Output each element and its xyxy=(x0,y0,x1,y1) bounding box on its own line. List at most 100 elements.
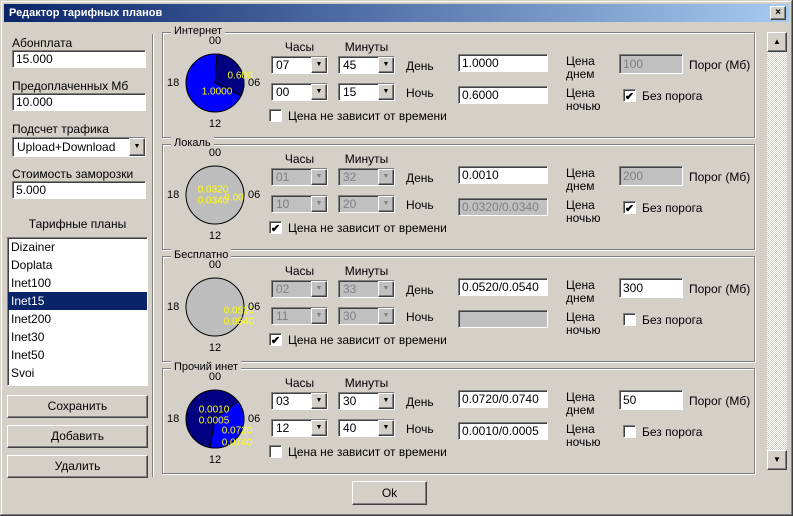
tariff-editor-window: Редактор тарифных планов × Абонплата Пре… xyxy=(0,0,793,516)
day-hour-combo[interactable]: 02▼ xyxy=(271,280,328,298)
threshold-field[interactable] xyxy=(619,390,683,410)
chevron-down-icon[interactable]: ▼ xyxy=(311,169,327,185)
day-minute-combo[interactable]: 33▼ xyxy=(338,280,395,298)
scroll-down-icon[interactable]: ▼ xyxy=(767,450,787,470)
night-hour-combo[interactable]: 12▼ xyxy=(271,419,328,437)
time-independent-checkbox[interactable]: ✔ xyxy=(269,221,282,234)
day-price-field[interactable] xyxy=(458,166,548,184)
chevron-down-icon[interactable]: ▼ xyxy=(311,57,327,73)
prepaid-mb-field[interactable] xyxy=(12,93,146,111)
add-button[interactable]: Добавить xyxy=(7,425,148,448)
price-day-label: Ценаднем xyxy=(566,391,595,417)
no-threshold-checkbox[interactable]: ✔ xyxy=(623,313,636,326)
vertical-divider xyxy=(152,34,153,477)
night-price-field[interactable] xyxy=(458,198,548,216)
price-day-label: Ценаднем xyxy=(566,167,595,193)
clock-label-00: 00 xyxy=(204,371,226,383)
list-item[interactable]: Inet200 xyxy=(8,310,147,328)
time-independent-checkbox[interactable]: ✔ xyxy=(269,445,282,458)
no-threshold-checkbox[interactable]: ✔ xyxy=(623,201,636,214)
minutes-label: Минуты xyxy=(338,264,395,278)
chevron-down-icon[interactable]: ▼ xyxy=(378,169,394,185)
abonplata-field[interactable] xyxy=(12,50,146,68)
night-hour-combo[interactable]: 10▼ xyxy=(271,195,328,213)
chevron-down-icon[interactable]: ▼ xyxy=(311,281,327,297)
chevron-down-icon[interactable]: ▼ xyxy=(311,196,327,212)
plans-listbox[interactable]: DizainerDoplataInet100Inet15Inet200Inet3… xyxy=(7,237,148,386)
traffic-count-label: Подсчет трафика xyxy=(12,122,109,136)
chevron-down-icon[interactable]: ▼ xyxy=(378,308,394,324)
ok-button[interactable]: Ok xyxy=(352,481,427,505)
night-price-field[interactable] xyxy=(458,422,548,440)
night-price-field[interactable] xyxy=(458,86,548,104)
threshold-field[interactable] xyxy=(619,278,683,298)
day-price-field[interactable] xyxy=(458,390,548,408)
close-icon[interactable]: × xyxy=(770,6,786,20)
hours-label: Часы xyxy=(271,376,328,390)
no-threshold-checkbox[interactable]: ✔ xyxy=(623,425,636,438)
vertical-scrollbar[interactable]: ▲ ▼ xyxy=(767,32,787,470)
save-button[interactable]: Сохранить xyxy=(7,395,148,418)
day-hour-combo[interactable]: 03▼ xyxy=(271,392,328,410)
tariff-group: Бесплатно 0.05200.0540 00 06 12 18 Часы … xyxy=(162,256,755,362)
threshold-field[interactable] xyxy=(619,54,683,74)
scroll-up-icon[interactable]: ▲ xyxy=(767,32,787,52)
day-minute-combo[interactable]: 30▼ xyxy=(338,392,395,410)
chevron-down-icon[interactable]: ▼ xyxy=(311,308,327,324)
clock-label-06: 06 xyxy=(248,77,260,89)
threshold-field[interactable] xyxy=(619,166,683,186)
no-threshold-checkbox[interactable]: ✔ xyxy=(623,89,636,102)
night-hour-combo[interactable]: 11▼ xyxy=(271,307,328,325)
night-hour-combo[interactable]: 00▼ xyxy=(271,83,328,101)
night-minute-combo[interactable]: 20▼ xyxy=(338,195,395,213)
pie-value-label: 0.0010 xyxy=(199,405,230,416)
list-item[interactable]: Inet30 xyxy=(8,328,147,346)
day-minute-combo[interactable]: 32▼ xyxy=(338,168,395,186)
chevron-down-icon[interactable]: ▼ xyxy=(378,57,394,73)
price-day-line2: днем xyxy=(566,68,595,81)
list-item[interactable]: Inet50 xyxy=(8,346,147,364)
chevron-down-icon[interactable]: ▼ xyxy=(311,84,327,100)
delete-button[interactable]: Удалить xyxy=(7,455,148,478)
day-hour-combo[interactable]: 01▼ xyxy=(271,168,328,186)
list-item[interactable]: Inet100 xyxy=(8,274,147,292)
day-hour-combo[interactable]: 07▼ xyxy=(271,56,328,74)
chevron-down-icon[interactable]: ▼ xyxy=(311,393,327,409)
clock-label-12: 12 xyxy=(204,454,226,466)
night-minute-combo[interactable]: 40▼ xyxy=(338,419,395,437)
chevron-down-icon[interactable]: ▼ xyxy=(378,281,394,297)
chevron-down-icon[interactable]: ▼ xyxy=(378,84,394,100)
threshold-label: Порог (Мб) xyxy=(689,394,750,408)
time-pie-chart: 0.05200.0540 xyxy=(183,275,247,339)
chevron-down-icon[interactable]: ▼ xyxy=(378,196,394,212)
clock-label-00: 00 xyxy=(204,35,226,47)
title-bar[interactable]: Редактор тарифных планов × xyxy=(4,4,789,22)
traffic-count-combo[interactable]: Upload+Download ▼ xyxy=(12,137,146,157)
night-minute-combo[interactable]: 15▼ xyxy=(338,83,395,101)
list-item[interactable]: Dizainer xyxy=(8,238,147,256)
list-item[interactable]: Svoi xyxy=(8,364,147,382)
pie-value-label: 0.0720 xyxy=(222,426,253,437)
day-price-field[interactable] xyxy=(458,278,548,296)
pie-chart xyxy=(183,216,247,230)
freeze-cost-field[interactable] xyxy=(12,181,146,199)
price-night-label: Ценаночью xyxy=(566,199,601,225)
no-threshold-label: Без порога xyxy=(642,425,702,439)
chevron-down-icon[interactable]: ▼ xyxy=(129,138,145,156)
day-minute-combo[interactable]: 45▼ xyxy=(338,56,395,74)
minutes-label: Минуты xyxy=(338,40,395,54)
list-item[interactable]: Doplata xyxy=(8,256,147,274)
night-minute-combo[interactable]: 30▼ xyxy=(338,307,395,325)
chevron-down-icon[interactable]: ▼ xyxy=(378,393,394,409)
night-price-field[interactable] xyxy=(458,310,548,328)
time-independent-label: Цена не зависит от времени xyxy=(288,333,447,347)
time-pie-chart: 0.03200.03400.00 xyxy=(183,163,247,227)
hours-label: Часы xyxy=(271,264,328,278)
chevron-down-icon[interactable]: ▼ xyxy=(311,420,327,436)
time-independent-checkbox[interactable]: ✔ xyxy=(269,109,282,122)
time-independent-checkbox[interactable]: ✔ xyxy=(269,333,282,346)
list-item[interactable]: Inet15 xyxy=(8,292,147,310)
clock-label-06: 06 xyxy=(248,413,260,425)
day-price-field[interactable] xyxy=(458,54,548,72)
chevron-down-icon[interactable]: ▼ xyxy=(378,420,394,436)
